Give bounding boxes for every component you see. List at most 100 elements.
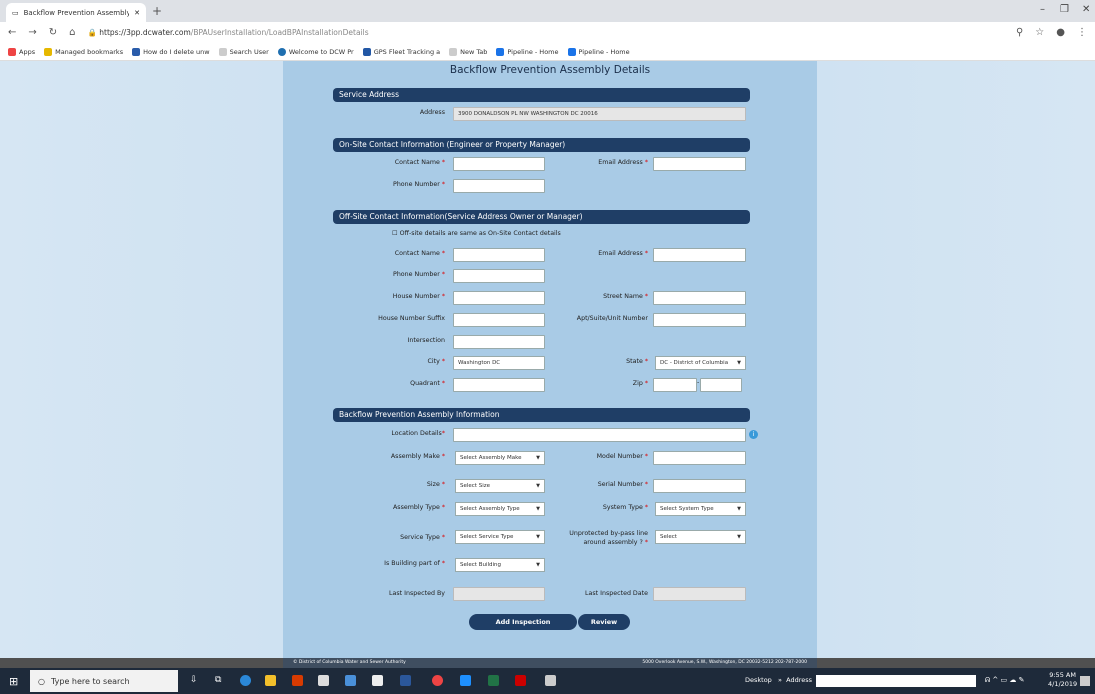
ie-icon[interactable] xyxy=(460,675,471,686)
mic-icon[interactable]: ⇩ xyxy=(190,675,198,685)
notification-icon[interactable] xyxy=(1080,676,1090,686)
model-number-input[interactable] xyxy=(653,451,746,465)
folder-icon xyxy=(44,47,53,56)
restore-button[interactable]: ❐ xyxy=(1060,4,1069,15)
bookmarks-bar: Apps Managed bookmarks How do I delete u… xyxy=(0,43,1095,61)
field-label: Street Name * xyxy=(603,293,648,300)
city-input[interactable]: Washington DC xyxy=(453,356,545,370)
pdf-icon[interactable] xyxy=(515,675,526,686)
bookmark-item[interactable]: Welcome to DCW Pr xyxy=(277,47,354,56)
minimize-button[interactable]: – xyxy=(1040,4,1045,15)
file-explorer-icon[interactable] xyxy=(265,675,276,686)
star-icon[interactable]: ☆ xyxy=(1035,27,1044,38)
zip-ext-input[interactable] xyxy=(700,378,742,392)
amazon-icon[interactable] xyxy=(372,675,383,686)
field-label: Email Address * xyxy=(598,250,648,257)
building-select[interactable]: Select Building ▼ xyxy=(455,558,545,572)
info-icon[interactable]: i xyxy=(749,430,758,439)
chevron-down-icon: ▼ xyxy=(536,534,540,540)
photos-icon[interactable] xyxy=(545,675,556,686)
section-header-onsite: On-Site Contact Information (Engineer or… xyxy=(333,138,750,152)
bookmark-item[interactable]: Search User xyxy=(218,47,269,56)
bookmark-label: Search User xyxy=(229,47,269,56)
bookmark-icon xyxy=(496,47,505,56)
close-window-button[interactable]: ✕ xyxy=(1082,4,1090,15)
assembly-type-select[interactable]: Select Assembly Type ▼ xyxy=(455,502,545,516)
quadrant-input[interactable] xyxy=(453,378,545,392)
onsite-phone-input[interactable] xyxy=(453,179,545,193)
assembly-make-select[interactable]: Select Assembly Make ▼ xyxy=(455,451,545,465)
camera-icon[interactable] xyxy=(318,675,329,686)
taskbar-address-input[interactable] xyxy=(816,675,976,687)
bookmark-item[interactable]: How do I delete unw xyxy=(132,47,210,56)
bookmark-apps[interactable]: Apps xyxy=(8,47,35,56)
apt-input[interactable] xyxy=(653,313,746,327)
forward-icon[interactable]: → xyxy=(28,27,36,38)
offsite-email-input[interactable] xyxy=(653,248,746,262)
location-details-input[interactable] xyxy=(453,428,746,442)
review-button[interactable]: Review xyxy=(578,614,630,630)
field-label: Serial Number * xyxy=(597,481,648,488)
zip-input[interactable] xyxy=(653,378,697,392)
bookmark-item[interactable]: GPS Fleet Tracking a xyxy=(362,47,441,56)
page-icon xyxy=(449,47,458,56)
house-suffix-input[interactable] xyxy=(453,313,545,327)
field-label: Zip * xyxy=(632,380,648,387)
office-icon[interactable] xyxy=(292,675,303,686)
skype-icon[interactable] xyxy=(240,675,251,686)
system-clock[interactable]: 9:55 AM 4/1/2019 xyxy=(1048,671,1077,689)
zoom-icon[interactable]: ⚲ xyxy=(1016,27,1023,38)
tray-icons[interactable]: ᕱ ^ ▭ ☁ ✎ xyxy=(985,676,1024,685)
footer-address: 5000 Overlook Avenue, S.W., Washington, … xyxy=(642,660,807,665)
serial-number-input[interactable] xyxy=(653,479,746,493)
people-icon[interactable] xyxy=(345,675,356,686)
tab-strip xyxy=(0,0,1095,22)
close-tab-icon[interactable]: ✕ xyxy=(134,9,140,17)
bookmark-item[interactable]: Pipeline - Home xyxy=(496,47,559,56)
service-type-select[interactable]: Select Service Type ▼ xyxy=(455,530,545,544)
section-header-assembly: Backflow Prevention Assembly Information xyxy=(333,408,750,422)
offsite-phone-input[interactable] xyxy=(453,269,545,283)
browser-tab[interactable]: ▭ Backflow Prevention Assembly D ✕ xyxy=(6,3,146,22)
bookmark-managed[interactable]: Managed bookmarks xyxy=(44,47,124,56)
url-field[interactable]: 🔒 https://3pp.dcwater.com/BPAUserInstall… xyxy=(88,28,1004,37)
new-tab-button[interactable]: + xyxy=(152,4,162,18)
onsite-contact-name-input[interactable] xyxy=(453,157,545,171)
back-icon[interactable]: ← xyxy=(8,27,16,38)
tab-title: Backflow Prevention Assembly D xyxy=(23,8,130,17)
state-select[interactable]: DC - District of Columbia ▼ xyxy=(655,356,746,370)
house-number-input[interactable] xyxy=(453,291,545,305)
desktop-toolbar[interactable]: Desktop » Address xyxy=(745,676,812,684)
reload-icon[interactable]: ↻ xyxy=(49,27,57,38)
chrome-icon[interactable] xyxy=(432,675,443,686)
windows-start-icon[interactable]: ⊞ xyxy=(9,675,18,688)
chevron-down-icon: ▼ xyxy=(737,534,741,540)
bookmark-item[interactable]: Pipeline - Home xyxy=(567,47,630,56)
profile-icon[interactable]: ● xyxy=(1056,27,1065,38)
same-as-onsite-checkbox[interactable]: ☐ Off-site details are same as On-Site C… xyxy=(392,230,561,237)
word-icon[interactable] xyxy=(400,675,411,686)
add-inspection-button[interactable]: Add Inspection xyxy=(469,614,577,630)
bookmark-item[interactable]: New Tab xyxy=(449,47,487,56)
bookmark-icon xyxy=(567,47,576,56)
bookmark-label: Pipeline - Home xyxy=(578,47,630,56)
bookmark-label: Managed bookmarks xyxy=(55,47,124,56)
field-label: Intersection xyxy=(407,337,445,344)
field-label: State * xyxy=(626,358,648,365)
bypass-select[interactable]: Select ▼ xyxy=(655,530,746,544)
home-icon[interactable]: ⌂ xyxy=(69,27,75,38)
excel-icon[interactable] xyxy=(488,675,499,686)
size-select[interactable]: Select Size ▼ xyxy=(455,479,545,493)
intersection-input[interactable] xyxy=(453,335,545,349)
offsite-contact-name-input[interactable] xyxy=(453,248,545,262)
menu-icon[interactable]: ⋮ xyxy=(1077,27,1087,38)
system-type-select[interactable]: Select System Type ▼ xyxy=(655,502,746,516)
taskbar-search[interactable]: ○ Type here to search xyxy=(30,670,178,692)
field-label: Service Type * xyxy=(400,534,445,541)
page-icon xyxy=(218,47,227,56)
bookmark-label: GPS Fleet Tracking a xyxy=(373,47,441,56)
street-name-input[interactable] xyxy=(653,291,746,305)
task-view-icon[interactable]: ⧉ xyxy=(215,675,221,685)
field-label: Contact Name * xyxy=(394,250,445,257)
onsite-email-input[interactable] xyxy=(653,157,746,171)
